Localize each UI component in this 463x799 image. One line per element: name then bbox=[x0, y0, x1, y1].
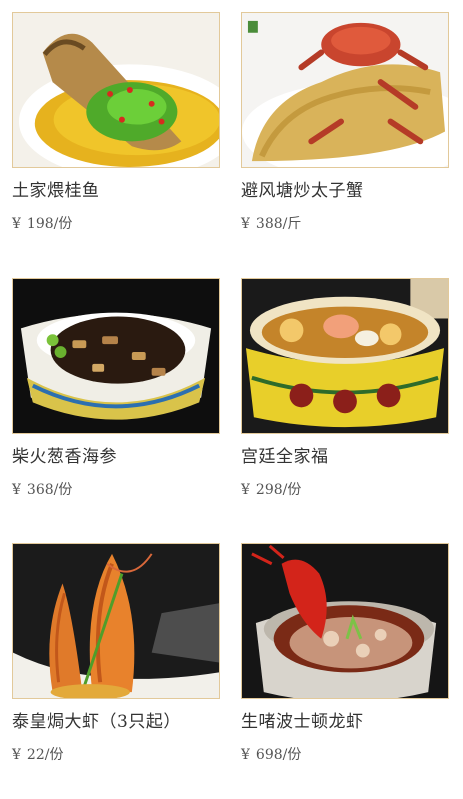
dish-price: ¥698/份 bbox=[241, 746, 449, 764]
scallion-sea-cucumber-photo[interactable] bbox=[12, 278, 220, 434]
dish-name: 柴火葱香海参 bbox=[12, 447, 117, 467]
dish-price: ¥368/份 bbox=[12, 481, 220, 499]
dish-price: ¥298/份 bbox=[241, 481, 449, 499]
currency-symbol: ¥ bbox=[241, 482, 250, 498]
imperial-family-soup-photo[interactable] bbox=[241, 278, 449, 434]
dish-card[interactable]: 生啫波士顿龙虾 ¥698/份 bbox=[241, 543, 449, 764]
dish-price: ¥388/斤 bbox=[241, 215, 449, 233]
dish-card[interactable]: 土家煨桂鱼 ¥198/份 bbox=[12, 12, 220, 233]
price-value: 22/份 bbox=[26, 747, 64, 763]
dish-name: 泰皇焗大虾（3只起） bbox=[12, 712, 181, 732]
dish-card[interactable]: 宫廷全家福 ¥298/份 bbox=[241, 278, 449, 499]
dish-card[interactable]: 避风塘炒太子蟹 ¥388/斤 bbox=[241, 12, 449, 233]
dish-name: 宫廷全家福 bbox=[241, 447, 329, 467]
dish-price: ¥198/份 bbox=[12, 215, 220, 233]
price-value: 388/斤 bbox=[255, 216, 302, 232]
dish-name: 生啫波士顿龙虾 bbox=[241, 712, 364, 732]
currency-symbol: ¥ bbox=[12, 747, 21, 763]
currency-symbol: ¥ bbox=[241, 216, 250, 232]
price-value: 368/份 bbox=[26, 482, 73, 498]
currency-symbol: ¥ bbox=[12, 216, 21, 232]
dish-card[interactable]: 泰皇焗大虾（3只起） ¥22/份 bbox=[12, 543, 220, 764]
dish-grid: 土家煨桂鱼 ¥198/份 避风塘炒太子蟹 ¥388/斤 柴火葱香海参 ¥ 368… bbox=[0, 0, 463, 799]
dish-name: 土家煨桂鱼 bbox=[12, 181, 100, 201]
dish-price: ¥22/份 bbox=[12, 746, 220, 764]
dish-card[interactable]: 柴火葱香海参 ¥368/份 bbox=[12, 278, 220, 499]
dish-name: 避风塘炒太子蟹 bbox=[241, 181, 364, 201]
price-value: 298/份 bbox=[255, 482, 302, 498]
currency-symbol: ¥ bbox=[12, 482, 21, 498]
braised-mandarin-fish-photo[interactable] bbox=[12, 12, 220, 168]
price-value: 698/份 bbox=[255, 747, 302, 763]
boston-lobster-claypot-photo[interactable] bbox=[241, 543, 449, 699]
price-value: 198/份 bbox=[26, 216, 73, 232]
currency-symbol: ¥ bbox=[241, 747, 250, 763]
baked-prawns-photo[interactable] bbox=[12, 543, 220, 699]
typhoon-shelter-crab-photo[interactable] bbox=[241, 12, 449, 168]
